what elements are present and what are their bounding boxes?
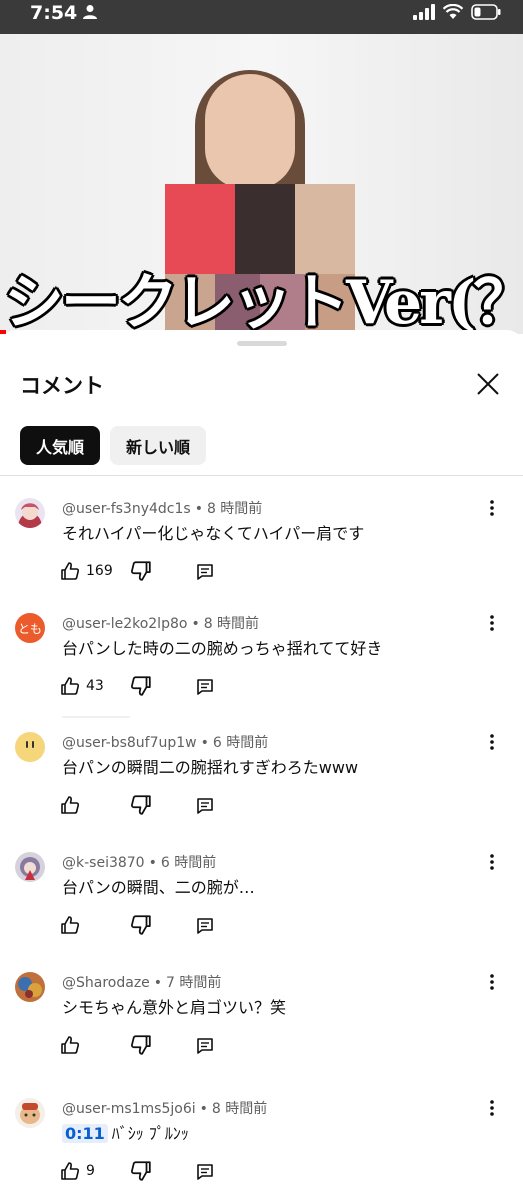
thumb-down-icon[interactable]	[130, 794, 152, 816]
thumb-down-icon[interactable]	[130, 914, 152, 936]
reply-icon[interactable]	[196, 917, 214, 935]
comment-item: とも @user-le2ko2lp8o • 8 時間前 台パンした時の二の腕めっちゃ…	[0, 613, 523, 725]
comment-item: @user-ms1ms5jo6i • 8 時間前 0:11 ﾊﾞｼｯ ﾌﾟﾙﾝｯ 9	[0, 1098, 523, 1200]
avatar-anime-icon	[15, 498, 45, 528]
status-time: 7:54	[30, 2, 78, 24]
comment-time: 8 時間前	[211, 1101, 268, 1117]
more-vert-icon[interactable]	[484, 1098, 500, 1118]
like-button[interactable]	[60, 1034, 86, 1056]
status-bar: 7:54	[0, 0, 523, 34]
video-caption: シークレットVer(？)	[4, 268, 523, 334]
thumb-up-icon	[61, 1162, 80, 1180]
person-icon	[83, 5, 97, 19]
thumb-down-icon[interactable]	[130, 1034, 152, 1056]
comment-author[interactable]: @user-le2ko2lp8o	[62, 616, 187, 632]
avatar[interactable]	[15, 852, 45, 882]
thumb-up-icon	[61, 1036, 80, 1054]
comment-meta: @user-fs3ny4dc1s • 8 時間前	[62, 501, 263, 517]
reply-icon[interactable]	[196, 678, 214, 696]
like-button[interactable]	[60, 914, 86, 936]
comment-author[interactable]: @k-sei3870	[62, 855, 145, 871]
comment-text: 台パンの瞬間、二の腕が…	[62, 878, 255, 897]
comment-meta: @user-ms1ms5jo6i • 8 時間前	[62, 1101, 268, 1117]
comment-text: 台パンした時の二の腕めっちゃ揺れてて好き	[62, 639, 383, 658]
sort-chips: 人気順 新しい順	[20, 426, 207, 465]
comments-title: コメント	[20, 374, 104, 398]
like-count: 169	[86, 563, 113, 579]
comments-sheet: コメント 人気順 新しい順 @user-fs3ny4dc1s • 8 時間前 それハ…	[0, 330, 523, 1200]
wifi-icon	[443, 4, 463, 19]
thumb-up-icon	[61, 677, 80, 695]
comment-item: @user-bs8uf7up1w • 6 時間前 台パンの瞬間二の腕揺れすぎわろたw…	[0, 732, 523, 844]
thumb-up-icon	[61, 916, 80, 934]
thumb-down-icon[interactable]	[130, 560, 152, 582]
like-button[interactable]: 9	[60, 1160, 95, 1182]
avatar[interactable]	[15, 1098, 45, 1128]
comment-author[interactable]: @user-ms1ms5jo6i	[62, 1101, 196, 1117]
avatar-dog-icon	[15, 1098, 45, 1128]
thumb-up-icon	[61, 796, 80, 814]
comment-meta: @Sharodaze • 7 時間前	[62, 975, 222, 991]
sort-chip-newest[interactable]: 新しい順	[110, 426, 207, 465]
more-vert-icon[interactable]	[484, 498, 500, 518]
thumb-down-icon[interactable]	[130, 1160, 152, 1182]
more-vert-icon[interactable]	[484, 732, 500, 752]
reply-icon[interactable]	[196, 797, 214, 815]
more-vert-icon[interactable]	[484, 972, 500, 992]
comment-item: @Sharodaze • 7 時間前 シモちゃん意外と肩ゴツい？笑	[0, 972, 523, 1084]
thumb-up-icon	[61, 562, 80, 580]
drag-handle[interactable]	[237, 341, 287, 346]
comment-timestamp-link[interactable]: 0:11	[62, 1124, 108, 1143]
comment-time: 6 時間前	[212, 735, 269, 751]
video-person-face	[205, 74, 295, 189]
comment-time: 8 時間前	[203, 616, 260, 632]
comment-time: 8 時間前	[206, 501, 263, 517]
like-count: 43	[86, 678, 104, 694]
avatar-face-icon	[26, 741, 34, 748]
like-button[interactable]	[60, 794, 86, 816]
status-icons	[413, 4, 501, 20]
comment-text: 0:11 ﾊﾞｼｯ ﾌﾟﾙﾝｯ	[62, 1120, 189, 1144]
comment-time: 7 時間前	[166, 975, 222, 991]
like-button[interactable]: 169	[60, 560, 113, 582]
comment-author[interactable]: @user-fs3ny4dc1s	[62, 501, 191, 517]
comment-item: @k-sei3870 • 6 時間前 台パンの瞬間、二の腕が…	[0, 852, 523, 964]
battery-icon	[471, 4, 501, 20]
more-vert-icon[interactable]	[484, 613, 500, 633]
comment-time: 6 時間前	[160, 855, 217, 871]
thumb-down-icon[interactable]	[130, 675, 152, 697]
signal-icon	[413, 4, 435, 20]
comment-meta: @user-bs8uf7up1w • 6 時間前	[62, 735, 269, 751]
avatar[interactable]	[15, 972, 45, 1002]
comment-meta: @k-sei3870 • 6 時間前	[62, 855, 217, 871]
reply-icon[interactable]	[196, 1037, 214, 1055]
reply-icon[interactable]	[196, 563, 214, 581]
like-count: 9	[86, 1163, 95, 1179]
comment-text: シモちゃん意外と肩ゴツい？笑	[62, 998, 287, 1017]
avatar[interactable]: とも	[15, 613, 45, 643]
divider	[0, 475, 523, 476]
comment-author[interactable]: @Sharodaze	[62, 975, 150, 991]
comment-meta: @user-le2ko2lp8o • 8 時間前	[62, 616, 260, 632]
close-icon[interactable]	[470, 366, 506, 402]
comment-text-body: ﾊﾞｼｯ ﾌﾟﾙﾝｯ	[111, 1124, 189, 1143]
like-button[interactable]: 43	[60, 675, 104, 697]
avatar-anime-icon	[15, 852, 45, 882]
comment-author[interactable]: @user-bs8uf7up1w	[62, 735, 197, 751]
sort-chip-popular[interactable]: 人気順	[20, 426, 101, 465]
comment-text: 台パンの瞬間二の腕揺れすぎわろたwww	[62, 758, 359, 777]
more-vert-icon[interactable]	[484, 852, 500, 872]
avatar-art-icon	[15, 972, 45, 1002]
avatar[interactable]	[15, 498, 45, 528]
avatar-initials: とも	[17, 621, 42, 636]
avatar[interactable]	[15, 732, 45, 762]
comment-text: それハイパー化じゃなくてハイパー肩です	[62, 524, 365, 543]
video-player[interactable]: シークレットVer(？)	[0, 34, 523, 334]
comment-item: @user-fs3ny4dc1s • 8 時間前 それハイパー化じゃなくてハイパー肩…	[0, 498, 523, 610]
reply-icon[interactable]	[196, 1163, 214, 1181]
